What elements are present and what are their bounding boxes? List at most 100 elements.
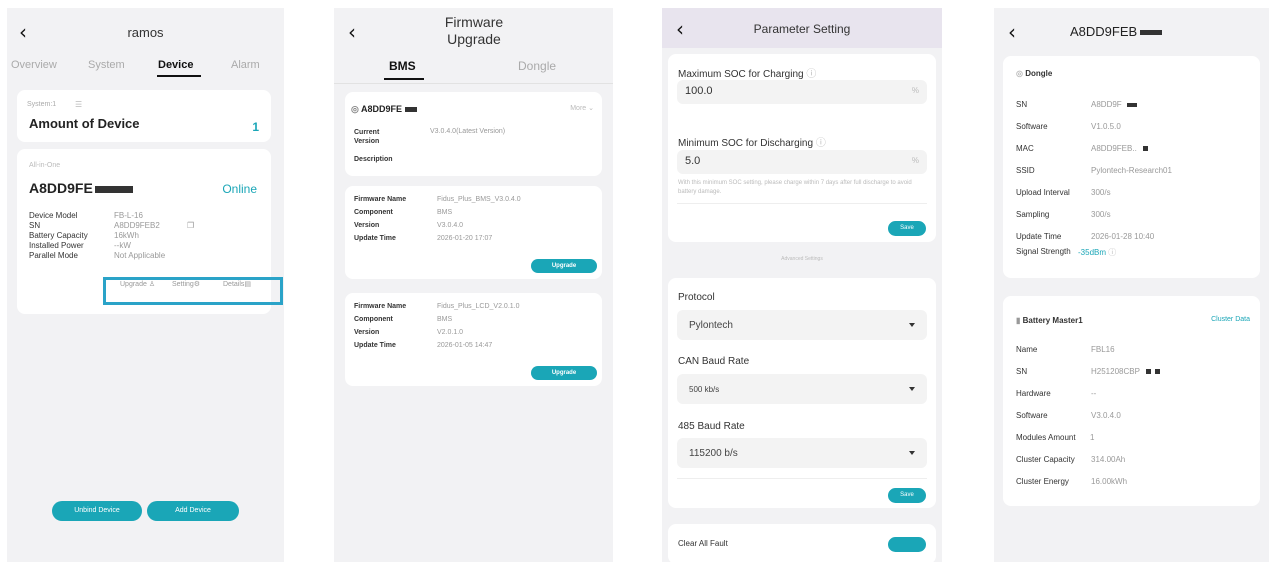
can-baud-select[interactable]: 500 kb/s xyxy=(677,374,927,404)
cluster-data-link[interactable]: Cluster Data xyxy=(1211,316,1250,323)
field-value: V2.0.1.0 xyxy=(437,329,464,336)
protocol-value: Pylontech xyxy=(689,320,733,331)
field-label: MAC xyxy=(1016,144,1034,153)
title-line-2: Upgrade xyxy=(447,31,501,47)
tab-bms[interactable]: BMS xyxy=(389,59,416,73)
field-value: --kW xyxy=(114,241,131,250)
device-name: A8DD9FE xyxy=(29,180,93,196)
page-title: A8DD9FEB xyxy=(1070,24,1163,39)
device-list-screen: ‹ ramos Overview System Device Alarm Sys… xyxy=(7,8,284,562)
unbind-device-button[interactable]: Unbind Device xyxy=(52,501,142,521)
parameter-setting-screen: ‹ Parameter Setting Maximum SOC for Char… xyxy=(662,8,942,562)
soc-settings-card: Maximum SOC for Charging ⓘ 100.0 % Minim… xyxy=(668,54,936,242)
filter-icon[interactable]: ☰ xyxy=(75,100,82,109)
field-label: Upload Interval xyxy=(1016,188,1070,197)
advanced-settings-card: Protocol Pylontech CAN Baud Rate 500 kb/… xyxy=(668,278,936,508)
dongle-card: ◎ Dongle SN A8DD9F Software V1.0.5.0 MAC… xyxy=(1003,56,1260,278)
field-value: 16kWh xyxy=(114,231,139,240)
tab-dongle[interactable]: Dongle xyxy=(518,59,556,73)
field-label: Device Model xyxy=(29,211,78,220)
page-title: ramos xyxy=(127,25,164,40)
highlight-box xyxy=(103,277,283,305)
field-label: Firmware Name xyxy=(354,303,407,310)
field-label: Component xyxy=(354,316,393,323)
redaction-mask xyxy=(1154,369,1160,375)
upgrade-button[interactable]: Upgrade xyxy=(531,259,597,273)
copy-icon[interactable]: ❐ xyxy=(187,221,194,230)
device-type: All-in-One xyxy=(29,162,61,169)
field-value: BMS xyxy=(437,209,453,216)
amount-label: Amount of Device xyxy=(29,116,140,131)
redaction-mask xyxy=(1126,102,1137,107)
redaction-mask xyxy=(405,107,418,113)
soc-hint: With this minimum SOC setting, please ch… xyxy=(678,180,912,195)
info-icon[interactable]: ⓘ xyxy=(806,69,816,80)
field-label: Signal Strength xyxy=(1016,247,1071,256)
advanced-settings-label: Advanced Settings xyxy=(781,256,823,262)
redaction-mask xyxy=(1140,30,1163,36)
back-icon[interactable]: ‹ xyxy=(1008,22,1016,42)
field-label: Version xyxy=(354,222,380,229)
field-label: Update Time xyxy=(354,235,396,242)
rs485-baud-value: 115200 b/s xyxy=(689,448,738,459)
max-soc-input[interactable]: 100.0 % xyxy=(677,80,927,104)
field-value: A8DD9FEB2 xyxy=(114,221,160,230)
save-button[interactable]: Save xyxy=(888,488,926,503)
info-icon[interactable]: ⓘ xyxy=(1108,248,1116,257)
tab-system[interactable]: System xyxy=(88,59,125,71)
back-icon[interactable]: ‹ xyxy=(348,22,356,42)
protocol-select[interactable]: Pylontech xyxy=(677,310,927,340)
divider xyxy=(334,83,613,84)
caret-down-icon xyxy=(909,323,915,327)
tab-overview[interactable]: Overview xyxy=(11,59,57,71)
save-button[interactable]: Save xyxy=(888,221,926,236)
page-title: Firmware Upgrade xyxy=(394,14,554,48)
upgrade-button[interactable]: Upgrade xyxy=(531,366,597,380)
device-id: A8DD9FE xyxy=(361,104,403,114)
field-value: V1.0.5.0 xyxy=(1091,122,1121,131)
field-label: SN xyxy=(29,221,41,230)
max-soc-label: Maximum SOC for Charging ⓘ xyxy=(678,69,817,80)
firmware-card: Firmware Name Fidus_Plus_LCD_V2.0.1.0 Co… xyxy=(345,293,602,386)
page-title: Parameter Setting xyxy=(753,22,851,36)
more-dropdown[interactable]: More ⌄ xyxy=(570,104,594,112)
unit-label: % xyxy=(911,86,919,95)
field-label: Installed Power xyxy=(29,241,84,250)
tab-device[interactable]: Device xyxy=(158,59,193,71)
divider xyxy=(677,478,927,479)
add-device-button[interactable]: Add Device xyxy=(147,501,239,521)
field-label: Update Time xyxy=(1016,232,1062,241)
description-label: Description xyxy=(354,156,393,163)
field-label: Hardware xyxy=(1016,389,1051,398)
battery-header: ▮ Battery Master1 xyxy=(1016,316,1083,325)
can-baud-label: CAN Baud Rate xyxy=(678,356,750,367)
caret-down-icon xyxy=(909,451,915,455)
field-label: SN xyxy=(1016,367,1028,376)
battery-icon: ▮ xyxy=(1016,316,1021,325)
firmware-card: Firmware Name Fidus_Plus_BMS_V3.0.4.0 Co… xyxy=(345,186,602,279)
amount-value: 1 xyxy=(252,120,259,134)
info-icon[interactable]: ⓘ xyxy=(816,138,826,149)
caret-down-icon xyxy=(909,387,915,391)
field-value: V3.0.4.0 xyxy=(1091,411,1121,420)
device-title: A8DD9FEB xyxy=(1070,24,1138,39)
field-value: 300/s xyxy=(1091,210,1111,219)
field-value: FB-L-16 xyxy=(114,211,143,220)
clear-button[interactable] xyxy=(888,537,926,552)
device-details-screen: ‹ A8DD9FEB ◎ Dongle SN A8DD9F Software V… xyxy=(994,8,1269,562)
divider xyxy=(677,203,927,204)
field-value: H251208CBP xyxy=(1091,367,1160,376)
field-label: Firmware Name xyxy=(354,196,407,203)
tab-alarm[interactable]: Alarm xyxy=(231,59,260,71)
title-line-1: Firmware xyxy=(444,14,504,30)
device-id-row: ◎ A8DD9FE xyxy=(351,104,418,115)
min-soc-input[interactable]: 5.0 % xyxy=(677,150,927,174)
protocol-label: Protocol xyxy=(678,292,715,303)
field-label: Update Time xyxy=(354,342,396,349)
rs485-baud-select[interactable]: 115200 b/s xyxy=(677,438,927,468)
unit-label: % xyxy=(911,156,919,165)
field-value: 2026-01-28 10:40 xyxy=(1091,232,1155,241)
current-version-label: Current Version xyxy=(354,129,380,145)
can-baud-value: 500 kb/s xyxy=(689,385,720,394)
chevron-down-icon: ⌄ xyxy=(588,105,594,112)
